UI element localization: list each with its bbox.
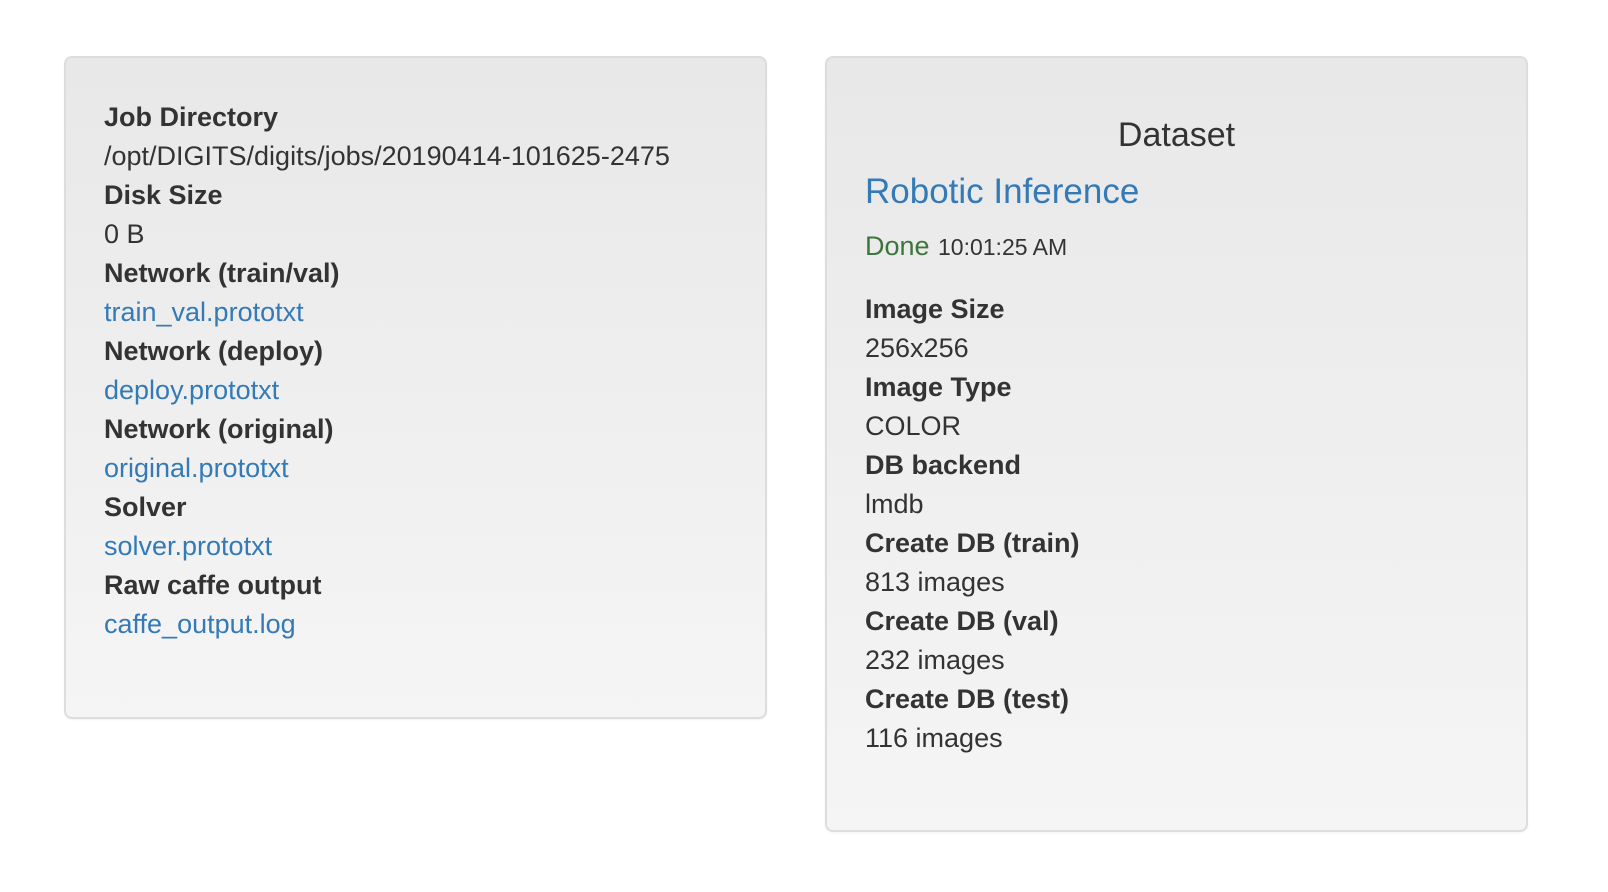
- network-train-val-label: Network (train/val): [104, 258, 340, 288]
- db-backend-label: DB backend: [865, 450, 1022, 480]
- job-info-list: Job Directory /opt/DIGITS/digits/jobs/20…: [104, 98, 765, 644]
- create-db-train-label: Create DB (train): [865, 528, 1080, 558]
- dataset-panel: Dataset Robotic Inference Done 10:01:25 …: [825, 56, 1528, 832]
- raw-caffe-output-label: Raw caffe output: [104, 570, 322, 600]
- job-info-panel: Job Directory /opt/DIGITS/digits/jobs/20…: [64, 56, 767, 719]
- dataset-name-link[interactable]: Robotic Inference: [865, 170, 1526, 214]
- image-size-value: 256x256: [865, 333, 969, 363]
- network-train-val-link[interactable]: train_val.prototxt: [104, 297, 304, 327]
- network-original-label: Network (original): [104, 414, 334, 444]
- image-type-value: COLOR: [865, 411, 962, 441]
- disk-size-label: Disk Size: [104, 180, 223, 210]
- dataset-panel-title: Dataset: [1117, 116, 1236, 154]
- network-deploy-label: Network (deploy): [104, 336, 324, 366]
- image-type-label: Image Type: [865, 372, 1012, 402]
- network-original-link[interactable]: original.prototxt: [104, 453, 289, 483]
- create-db-test-label: Create DB (test): [865, 684, 1070, 714]
- solver-link[interactable]: solver.prototxt: [104, 531, 272, 561]
- create-db-train-value: 813 images: [865, 567, 1005, 597]
- dataset-status: Done: [865, 231, 930, 261]
- dataset-status-line: Done 10:01:25 AM: [865, 228, 1526, 269]
- solver-item: solver.prototxt: [104, 527, 765, 566]
- create-db-test-value: 116 images: [865, 723, 1003, 753]
- dataset-status-time: 10:01:25 AM: [938, 234, 1068, 260]
- solver-label: Solver: [104, 492, 187, 522]
- create-db-val-value: 232 images: [865, 645, 1005, 675]
- network-original-item: original.prototxt: [104, 449, 765, 488]
- raw-caffe-output-item: caffe_output.log: [104, 605, 765, 644]
- dataset-info-list: Image Size 256x256 Image Type COLOR DB b…: [865, 290, 1526, 758]
- network-deploy-item: deploy.prototxt: [104, 371, 765, 410]
- create-db-val-label: Create DB (val): [865, 606, 1059, 636]
- network-deploy-link[interactable]: deploy.prototxt: [104, 375, 279, 405]
- network-train-val-item: train_val.prototxt: [104, 293, 765, 332]
- disk-size-value: 0 B: [104, 219, 145, 249]
- caffe-output-log-link[interactable]: caffe_output.log: [104, 609, 296, 639]
- image-size-label: Image Size: [865, 294, 1005, 324]
- job-directory-value: /opt/DIGITS/digits/jobs/20190414-101625-…: [104, 141, 670, 171]
- job-directory-label: Job Directory: [104, 102, 279, 132]
- db-backend-value: lmdb: [865, 489, 924, 519]
